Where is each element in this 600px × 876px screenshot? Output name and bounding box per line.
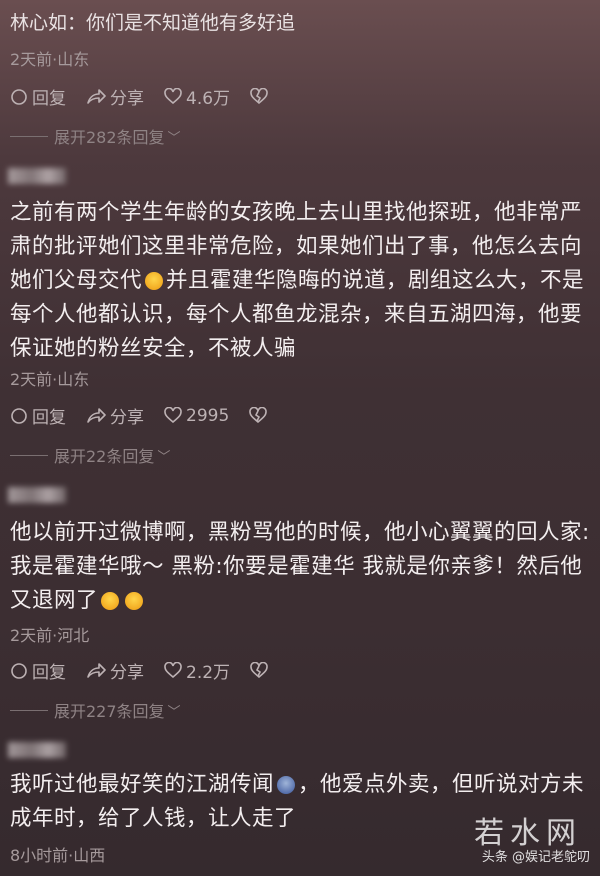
dislike-button[interactable] <box>249 407 271 424</box>
like-button[interactable]: 2995 <box>164 406 229 426</box>
comment-text: 之前有两个学生年龄的女孩晚上去山里找他探班，他非常严肃的批评她们这里非常危险，如… <box>10 200 585 361</box>
reply-button[interactable]: 回复 <box>10 658 66 683</box>
expand-replies[interactable]: 展开22条回复 ﹀ <box>10 443 170 467</box>
reply-button[interactable]: 回复 <box>10 403 66 428</box>
comment-meta: 2天前·山东 <box>10 50 90 69</box>
broken-heart-icon <box>249 407 268 424</box>
broken-heart-icon <box>250 88 268 105</box>
broken-heart-icon <box>250 662 268 679</box>
share-arrow-icon <box>87 662 106 678</box>
comment-actions: 回复 分享 2995 <box>10 403 291 428</box>
laughing-emoji-icon <box>145 272 164 290</box>
reply-button[interactable]: 回复 <box>10 84 66 109</box>
divider-line <box>10 454 48 456</box>
expand-replies[interactable]: 展开282条回复 ﹀ <box>10 124 181 148</box>
like-button[interactable]: 4.6万 <box>164 84 230 109</box>
comment-meta: 2天前·山东 <box>10 370 90 389</box>
comment-author-blurred[interactable] <box>8 742 66 758</box>
comment-meta: 2天前·河北 <box>10 626 90 645</box>
source-watermark: 头条 @娱记老鸵叨 <box>481 850 590 865</box>
heart-icon <box>164 407 182 424</box>
comment-text: 他以前开过微博啊，黑粉骂他的时候，他小心翼翼的回人家:我是霍建华哦～ 黑粉:你要… <box>10 520 590 613</box>
share-button[interactable]: 分享 <box>86 658 144 683</box>
comment-author[interactable]: 林心如：你们是不知道他有多好追 <box>10 8 295 35</box>
share-button[interactable]: 分享 <box>86 84 144 109</box>
heart-icon <box>164 88 182 105</box>
comment-actions: 回复 分享 2.2万 <box>10 658 292 683</box>
divider-line <box>10 709 48 711</box>
dislike-button[interactable] <box>250 88 272 105</box>
reply-bubble-icon <box>11 88 27 105</box>
laughing-emoji-icon <box>125 592 144 610</box>
share-arrow-icon <box>87 88 106 104</box>
comment-actions: 回复 分享 4.6万 <box>10 84 292 109</box>
share-arrow-icon <box>87 407 106 423</box>
sweat-emoji-icon <box>277 776 296 794</box>
reply-bubble-icon <box>11 407 27 424</box>
chevron-down-icon: ﹀ <box>157 449 171 465</box>
comment-text: 你们是不知道他有多好追 <box>86 12 296 34</box>
laughing-emoji-icon <box>101 592 120 610</box>
reply-bubble-icon <box>11 662 27 679</box>
comment-author-blurred[interactable] <box>8 487 66 503</box>
comment-meta: 8小时前·山西 <box>10 846 106 865</box>
like-button[interactable]: 2.2万 <box>164 658 230 683</box>
expand-replies[interactable]: 展开227条回复 ﹀ <box>10 698 181 722</box>
comment-author-blurred[interactable] <box>8 168 66 184</box>
share-button[interactable]: 分享 <box>86 403 144 428</box>
divider-line <box>10 135 48 137</box>
chevron-down-icon: ﹀ <box>167 130 181 146</box>
chevron-down-icon: ﹀ <box>167 704 181 720</box>
heart-icon <box>164 662 182 679</box>
dislike-button[interactable] <box>250 662 272 679</box>
